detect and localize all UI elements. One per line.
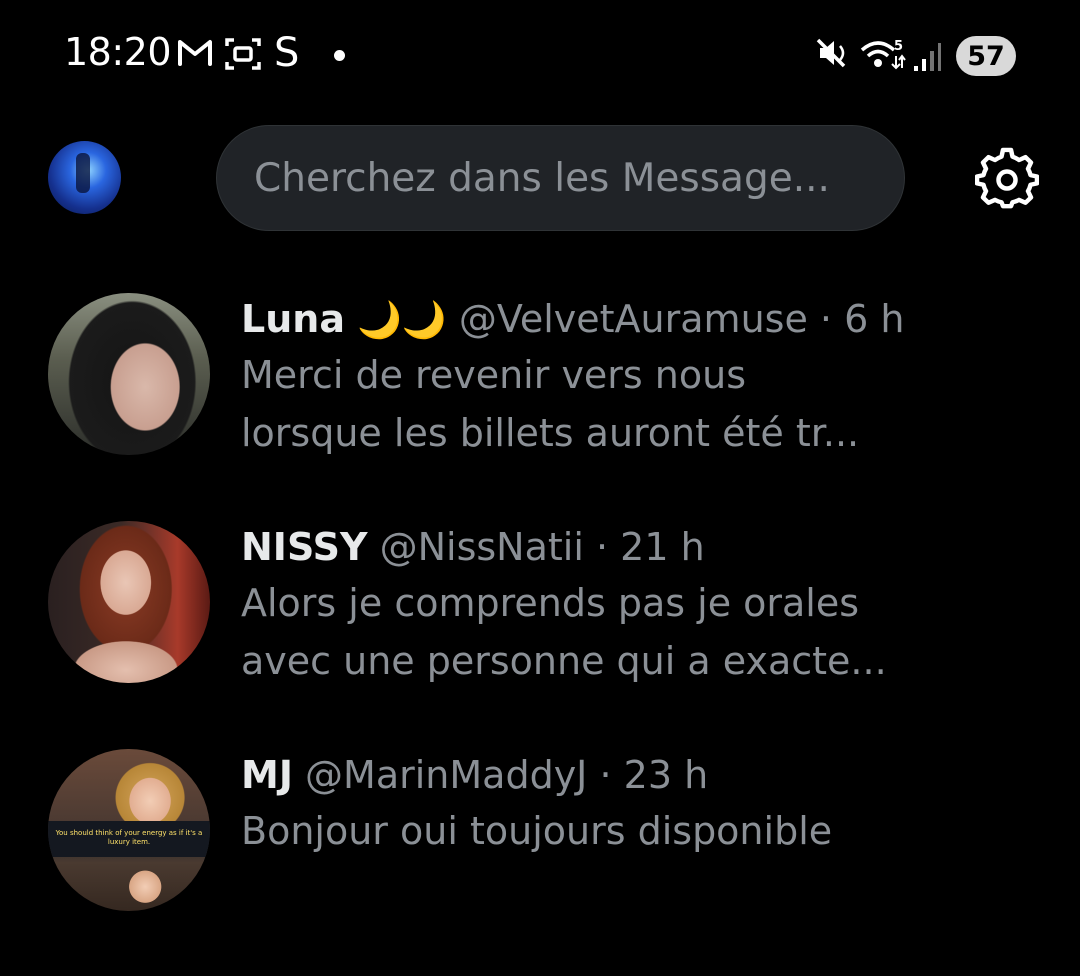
dot-icon — [334, 50, 345, 61]
message-preview-line2: lorsque les billets auront été tr... — [241, 411, 860, 455]
message-preview-line2: avec une personne qui a exacte... — [241, 639, 887, 683]
conversation-header: NISSY @NissNatii · 21 h — [241, 522, 705, 572]
timestamp: 21 h — [620, 525, 705, 569]
user-handle: @NissNatii — [379, 525, 584, 569]
signal-icon — [912, 40, 942, 76]
search-input[interactable]: Cherchez dans les Message... — [216, 125, 905, 231]
user-handle: @MarinMaddyJ — [305, 753, 588, 797]
search-placeholder: Cherchez dans les Message... — [254, 156, 830, 201]
conversation-header: Luna 🌙🌙 @VelvetAuramuse · 6 h — [241, 294, 904, 346]
display-name: NISSY — [241, 525, 368, 569]
conversation-item[interactable]: Luna 🌙🌙 @VelvetAuramuse · 6 h Merci de r… — [0, 290, 1080, 520]
avatar-caption-strip: You should think of your energy as if it… — [48, 821, 210, 857]
avatar[interactable]: You should think of your energy as if it… — [48, 749, 210, 911]
display-name: Luna — [241, 297, 345, 341]
moon-emoji: 🌙🌙 — [357, 300, 447, 341]
status-time: 18:20 — [64, 30, 172, 74]
conversation-item[interactable]: NISSY @NissNatii · 21 h Alors je compren… — [0, 518, 1080, 748]
conversation-item[interactable]: You should think of your energy as if it… — [0, 746, 1080, 976]
avatar-caption: You should think of your energy as if it… — [55, 829, 203, 846]
separator: · — [583, 525, 621, 569]
avatar[interactable] — [48, 521, 210, 683]
svg-text:5: 5 — [894, 39, 903, 54]
message-preview-line1: Bonjour oui toujours disponible — [241, 809, 833, 853]
separator: · — [807, 297, 845, 341]
mute-icon — [816, 38, 850, 72]
message-preview-line1: Merci de revenir vers nous — [241, 353, 747, 397]
s-icon: S — [274, 30, 300, 76]
avatar[interactable] — [48, 293, 210, 455]
battery-indicator: 57 — [956, 36, 1016, 76]
wifi-icon: 5 — [860, 36, 908, 78]
timestamp: 23 h — [623, 753, 709, 797]
profile-avatar[interactable] — [48, 141, 121, 214]
gear-icon[interactable] — [974, 147, 1040, 215]
screenshot-icon — [224, 36, 262, 76]
message-preview-line1: Alors je comprends pas je orales — [241, 581, 860, 625]
gmail-icon — [176, 36, 214, 72]
status-bar: 18:20 S 5 57 — [0, 0, 1080, 110]
display-name: MJ — [241, 753, 293, 797]
separator: · — [587, 753, 624, 797]
user-handle: @VelvetAuramuse — [458, 297, 808, 341]
conversation-header: MJ @MarinMaddyJ · 23 h — [241, 750, 708, 800]
timestamp: 6 h — [844, 297, 905, 341]
